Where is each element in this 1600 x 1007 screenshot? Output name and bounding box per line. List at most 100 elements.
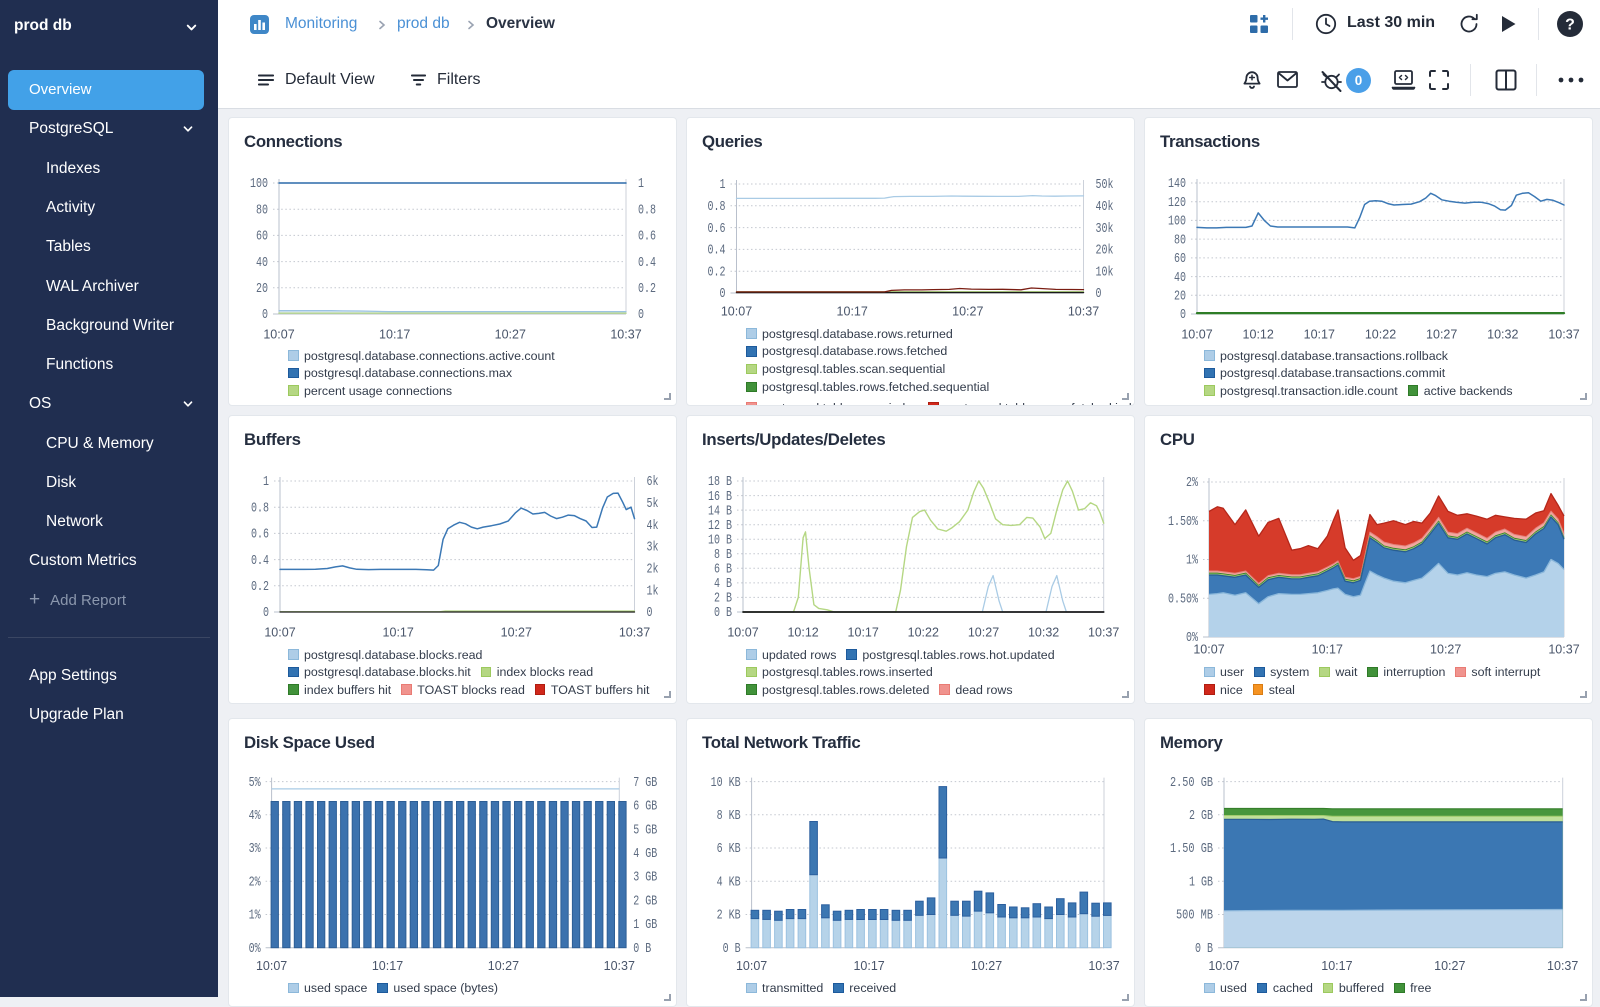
svg-text:20: 20 [1174, 290, 1186, 305]
svg-text:50k: 50k [1096, 178, 1114, 193]
svg-text:10:37: 10:37 [604, 959, 635, 973]
svg-text:3k: 3k [647, 541, 659, 556]
svg-text:10:22: 10:22 [908, 626, 939, 640]
svg-text:3%: 3% [249, 842, 262, 857]
svg-text:500 MB: 500 MB [1176, 909, 1213, 924]
svg-text:10:37: 10:37 [619, 626, 650, 640]
svg-text:1%: 1% [249, 909, 262, 924]
svg-text:100: 100 [250, 177, 268, 192]
svg-text:10:37: 10:37 [1068, 305, 1099, 319]
svg-text:6k: 6k [647, 475, 659, 490]
svg-text:10:32: 10:32 [1487, 328, 1518, 342]
svg-text:10:27: 10:27 [1426, 328, 1457, 342]
svg-text:1.50 GB: 1.50 GB [1170, 842, 1213, 857]
svg-text:2 GB: 2 GB [633, 894, 657, 909]
svg-text:10:37: 10:37 [1548, 643, 1579, 657]
svg-text:10:17: 10:17 [1321, 959, 1352, 973]
svg-text:10:37: 10:37 [1088, 959, 1119, 973]
svg-text:10:17: 10:17 [1312, 643, 1343, 657]
svg-text:120: 120 [1168, 196, 1186, 211]
svg-text:0.8: 0.8 [708, 200, 726, 215]
svg-text:1 GB: 1 GB [1189, 876, 1213, 891]
svg-text:10 B: 10 B [708, 533, 732, 548]
svg-text:10:07: 10:07 [1181, 328, 1212, 342]
svg-text:10:32: 10:32 [1028, 626, 1059, 640]
svg-text:10:27: 10:27 [971, 959, 1002, 973]
svg-text:10:07: 10:07 [1193, 643, 1224, 657]
svg-text:0.6: 0.6 [251, 528, 269, 543]
svg-text:40: 40 [1174, 271, 1186, 286]
svg-text:2 KB: 2 KB [717, 909, 741, 924]
svg-text:6 GB: 6 GB [633, 800, 657, 815]
svg-text:10:37: 10:37 [1548, 328, 1579, 342]
svg-text:3 GB: 3 GB [633, 871, 657, 886]
svg-text:0: 0 [262, 308, 268, 323]
svg-text:10:07: 10:07 [264, 626, 295, 640]
svg-text:40k: 40k [1096, 200, 1114, 215]
svg-text:60: 60 [1174, 252, 1186, 267]
svg-text:10 KB: 10 KB [711, 776, 741, 791]
svg-text:0: 0 [263, 606, 269, 621]
svg-text:1%: 1% [1186, 554, 1199, 569]
svg-text:0.50%: 0.50% [1168, 592, 1199, 607]
svg-text:6 B: 6 B [714, 563, 732, 578]
svg-text:4 KB: 4 KB [717, 876, 741, 891]
svg-text:12 B: 12 B [708, 519, 732, 534]
svg-text:5 GB: 5 GB [633, 823, 657, 838]
svg-text:0.4: 0.4 [638, 256, 656, 271]
svg-text:80: 80 [256, 203, 268, 218]
svg-text:0 B: 0 B [633, 942, 651, 957]
svg-text:0.8: 0.8 [638, 203, 656, 218]
svg-text:10:17: 10:17 [1304, 328, 1335, 342]
svg-text:10:12: 10:12 [787, 626, 818, 640]
svg-text:0: 0 [647, 606, 653, 621]
svg-text:140: 140 [1168, 177, 1186, 192]
svg-text:2 GB: 2 GB [1189, 809, 1213, 824]
svg-text:4 GB: 4 GB [633, 847, 657, 862]
svg-text:1: 1 [638, 177, 644, 192]
svg-text:100: 100 [1168, 215, 1186, 230]
svg-text:10:07: 10:07 [736, 959, 767, 973]
svg-text:10:07: 10:07 [1208, 959, 1239, 973]
svg-text:10:17: 10:17 [853, 959, 884, 973]
svg-text:10:27: 10:27 [488, 959, 519, 973]
svg-text:80: 80 [1174, 233, 1186, 248]
svg-text:?: ? [1565, 17, 1575, 34]
svg-text:0.4: 0.4 [708, 244, 726, 259]
svg-text:0.6: 0.6 [638, 230, 656, 245]
svg-text:10:17: 10:17 [837, 305, 868, 319]
svg-text:14 B: 14 B [708, 504, 732, 519]
svg-text:10:07: 10:07 [263, 328, 294, 342]
svg-text:0.2: 0.2 [638, 282, 656, 297]
svg-text:10:27: 10:27 [495, 328, 526, 342]
svg-text:0.8: 0.8 [251, 501, 269, 516]
svg-text:1k: 1k [647, 584, 659, 599]
svg-text:8 KB: 8 KB [717, 809, 741, 824]
svg-text:10:27: 10:27 [1434, 959, 1465, 973]
svg-text:2 B: 2 B [714, 592, 732, 607]
svg-text:60: 60 [256, 230, 268, 245]
svg-text:2%: 2% [249, 876, 262, 891]
svg-text:10:17: 10:17 [379, 328, 410, 342]
svg-text:20k: 20k [1096, 244, 1114, 259]
svg-text:10:37: 10:37 [610, 328, 641, 342]
svg-text:30k: 30k [1096, 222, 1114, 237]
svg-text:10:07: 10:07 [721, 305, 752, 319]
svg-text:0 B: 0 B [723, 942, 741, 957]
svg-text:5k: 5k [647, 497, 659, 512]
svg-text:20: 20 [256, 282, 268, 297]
svg-text:1.50%: 1.50% [1168, 515, 1199, 530]
svg-text:8 B: 8 B [714, 548, 732, 563]
svg-text:10:17: 10:17 [372, 959, 403, 973]
svg-text:1: 1 [263, 475, 269, 490]
svg-text:0.6: 0.6 [708, 222, 726, 237]
svg-text:16 B: 16 B [708, 490, 732, 505]
svg-text:4%: 4% [249, 809, 262, 824]
svg-text:2k: 2k [647, 563, 659, 578]
svg-text:0: 0 [720, 287, 726, 302]
svg-text:0 B: 0 B [1195, 942, 1213, 957]
svg-text:10:22: 10:22 [1365, 328, 1396, 342]
svg-text:10:17: 10:17 [383, 626, 414, 640]
svg-text:7 GB: 7 GB [633, 776, 657, 791]
svg-text:10:27: 10:27 [1430, 643, 1461, 657]
